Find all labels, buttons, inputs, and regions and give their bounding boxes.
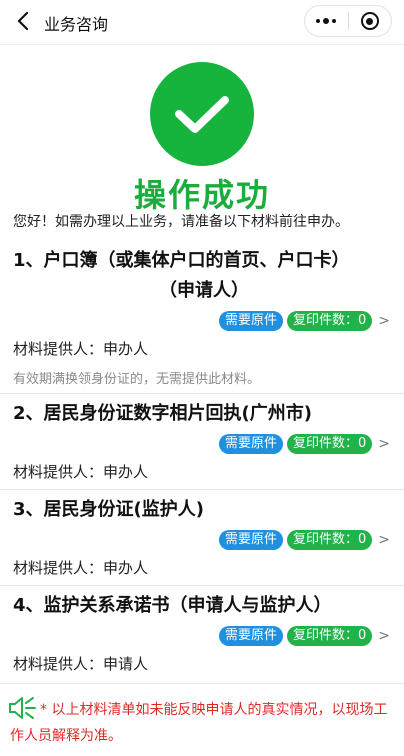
nav-bar: 业务咨询 xyxy=(0,0,404,44)
need-original-badge: 需要原件 xyxy=(218,311,283,331)
material-title-3: 3、居民身份证(监护人) xyxy=(13,499,204,520)
material-badges-1[interactable]: 需要原件 复印件数：0 > xyxy=(218,311,390,331)
divider xyxy=(0,489,404,490)
need-original-badge: 需要原件 xyxy=(218,530,283,550)
material-provider-1: 材料提供人：申办人 xyxy=(13,340,149,358)
material-badges-3[interactable]: 需要原件 复印件数：0 > xyxy=(218,530,390,550)
material-title-1-line2: （申请人） xyxy=(159,280,249,301)
chevron-right-icon: > xyxy=(378,628,390,644)
material-title-1: 1、户口簿（或集体户口的首页、户口卡） xyxy=(13,250,350,271)
material-title-2: 2、居民身份证数字相片回执(广州市) xyxy=(13,403,312,424)
intro-text: 您好！如需办理以上业务，请准备以下材料前往申办。 xyxy=(13,214,349,230)
close-button[interactable] xyxy=(349,6,392,36)
material-badges-2[interactable]: 需要原件 复印件数：0 > xyxy=(218,434,390,454)
chevron-right-icon: > xyxy=(378,313,390,329)
divider xyxy=(0,393,404,394)
material-badges-4[interactable]: 需要原件 复印件数：0 > xyxy=(218,626,390,646)
mini-program-capsule xyxy=(304,5,392,37)
divider xyxy=(0,683,404,684)
page-title: 业务咨询 xyxy=(44,15,109,34)
material-provider-2: 材料提供人：申办人 xyxy=(13,463,149,481)
target-close-icon xyxy=(360,12,379,30)
material-note-1: 有效期满换领身份证的，无需提供此材料。 xyxy=(13,372,261,387)
chevron-left-icon[interactable] xyxy=(10,7,36,35)
chevron-right-icon: > xyxy=(378,532,390,548)
copy-count-badge: 复印件数：0 xyxy=(286,530,373,550)
divider xyxy=(0,585,404,586)
material-provider-3: 材料提供人：申办人 xyxy=(13,559,149,577)
more-button[interactable] xyxy=(305,6,348,36)
material-provider-4: 材料提供人：申请人 xyxy=(13,655,149,673)
success-check-icon xyxy=(150,62,254,166)
copy-count-badge: 复印件数：0 xyxy=(286,311,373,331)
need-original-badge: 需要原件 xyxy=(218,626,283,646)
material-title-4: 4、监护关系承诺书（申请人与监护人） xyxy=(13,595,332,616)
copy-count-badge: 复印件数：0 xyxy=(286,434,373,454)
footer-disclaimer: * 以上材料清单如未能反映申请人的真实情况，以现场工作人员解释为准。 xyxy=(10,702,388,744)
nav-divider xyxy=(0,44,404,45)
more-dots-icon xyxy=(316,18,337,24)
chevron-right-icon: > xyxy=(378,436,390,452)
copy-count-badge: 复印件数：0 xyxy=(286,626,373,646)
success-title: 操作成功 xyxy=(133,176,270,214)
need-original-badge: 需要原件 xyxy=(218,434,283,454)
